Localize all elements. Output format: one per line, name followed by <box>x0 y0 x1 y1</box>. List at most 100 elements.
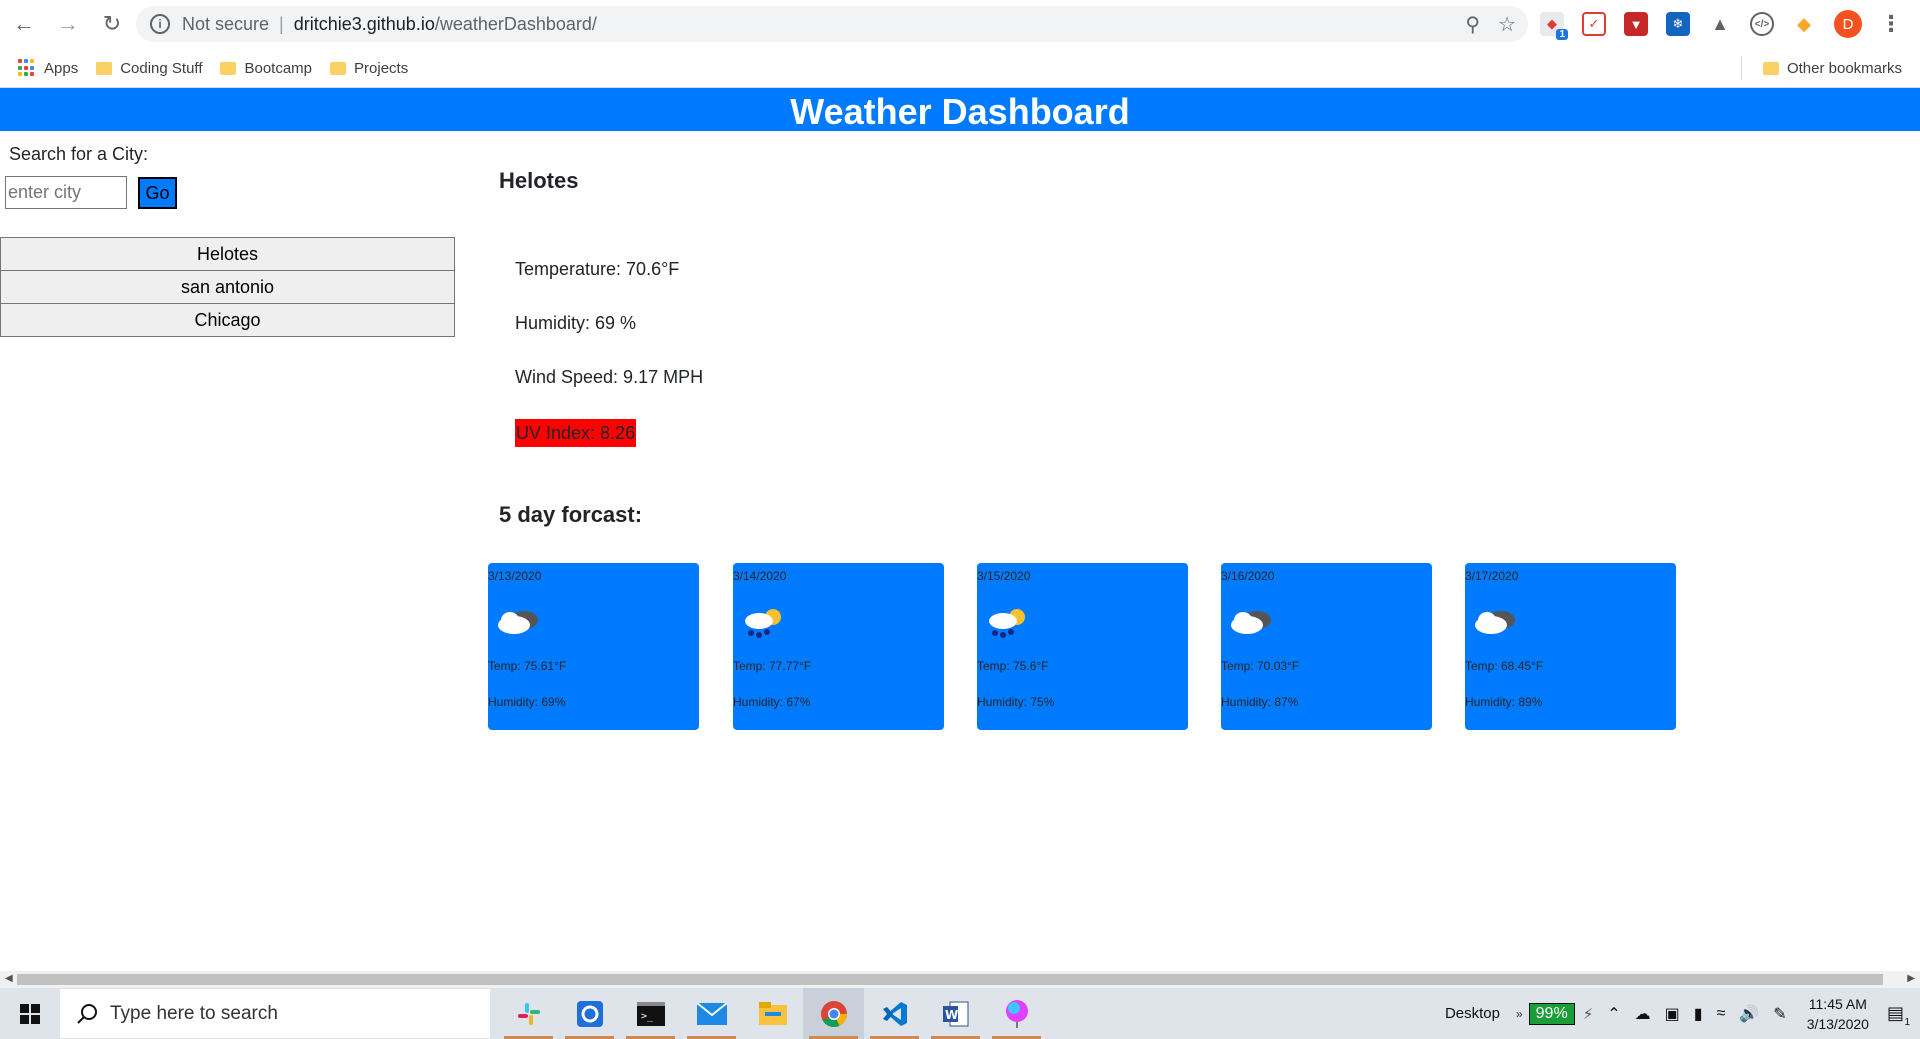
forecast-humidity: Humidity: 87% <box>1221 695 1299 709</box>
clock-time: 11:45 AM <box>1808 995 1867 1012</box>
zoom-icon[interactable]: ⚲ <box>1465 12 1480 37</box>
rain-sun-icon <box>989 609 1025 638</box>
forecast-temp: Temp: 75.61°F <box>488 659 567 673</box>
browser-menu-icon[interactable]: ⋮ <box>1880 11 1902 37</box>
forecast-card: 3/14/2020 Temp: 77.77°F Humidity: 67% <box>733 563 944 730</box>
other-bookmarks-label: Other bookmarks <box>1786 59 1902 77</box>
clock-date: 3/13/2020 <box>1806 1015 1869 1032</box>
reload-icon[interactable]: ↻ <box>92 4 132 44</box>
apps-grid-icon <box>18 59 36 77</box>
windows-logo-icon <box>20 1003 40 1024</box>
code-icon[interactable]: </> <box>1750 12 1774 36</box>
folder-icon <box>1762 61 1779 75</box>
back-icon[interactable]: ← <box>4 4 44 44</box>
horizontal-scrollbar[interactable]: ◀ ▶ <box>0 971 1920 988</box>
info-icon[interactable]: i <box>150 14 170 34</box>
taskbar-apps: >_ W <box>498 988 1047 1039</box>
forecast-date: 3/13/2020 <box>488 569 542 583</box>
forecast-card: 3/16/2020 Temp: 70.03°F Humidity: 87% <box>1221 563 1432 730</box>
security-label[interactable]: Not secure <box>182 14 269 35</box>
profile-avatar[interactable]: D <box>1834 10 1862 38</box>
extension-icon[interactable]: ◆ 1 <box>1540 12 1568 40</box>
go-button[interactable]: Go <box>138 177 177 209</box>
desktop-toolbar-label[interactable]: Desktop <box>1445 1005 1500 1022</box>
bookmark-label: Apps <box>44 59 79 77</box>
chrome-app[interactable] <box>803 988 864 1039</box>
svg-text:W: W <box>945 1008 958 1022</box>
forward-icon[interactable]: → <box>48 4 88 44</box>
history-item[interactable]: Helotes <box>0 237 455 271</box>
system-tray: Desktop » 99% ⚡ ⌃ ☁ ▣ ▮ ≈ 🔊 ✎ 11:45 AM 3… <box>1445 988 1920 1039</box>
vscode-icon <box>882 1001 907 1026</box>
pocket-icon[interactable]: ✓ <box>1582 12 1606 36</box>
bookmark-bootcamp[interactable]: Bootcamp <box>220 60 312 77</box>
page-content: Weather Dashboard Search for a City: Go … <box>0 88 1920 971</box>
forecast-card: 3/15/2020 Temp: 75.6°F Humidity: 75% <box>977 563 1188 730</box>
paint-app[interactable] <box>986 988 1047 1039</box>
address-separator: | <box>279 13 284 34</box>
bookmark-coding-stuff[interactable]: Coding Stuff <box>96 60 202 77</box>
notification-icon[interactable]: ▤ 1 <box>1887 1003 1910 1028</box>
bookmarks-divider <box>1741 56 1742 80</box>
meet-now-icon[interactable]: ▣ <box>1665 1004 1680 1024</box>
folder-icon <box>758 1001 787 1025</box>
plug-icon: ⚡ <box>1582 1005 1594 1023</box>
shield-icon[interactable]: ▼ <box>1624 12 1648 36</box>
snowflake-icon[interactable]: ❄ <box>1666 12 1690 36</box>
url-host[interactable]: dritchie3.github.io <box>294 14 435 35</box>
browser-chrome: ← → ↻ i Not secure | dritchie3.github.io… <box>0 0 1920 88</box>
scroll-right-icon[interactable]: ▶ <box>1907 973 1915 984</box>
forecast-date: 3/15/2020 <box>977 569 1031 583</box>
bookmark-projects[interactable]: Projects <box>330 60 408 77</box>
volume-icon[interactable]: 🔊 <box>1739 1004 1759 1024</box>
settings-app[interactable] <box>559 988 620 1039</box>
url-path[interactable]: /weatherDashboard/ <box>435 14 597 35</box>
start-button[interactable] <box>0 988 60 1039</box>
pen-icon[interactable]: ✎ <box>1773 1004 1786 1024</box>
scrollbar-thumb[interactable] <box>17 974 1883 985</box>
battery-icon[interactable]: ▮ <box>1694 1004 1703 1024</box>
bookmark-apps[interactable]: Apps <box>18 59 78 77</box>
taskbar-search[interactable]: Type here to search <box>60 989 490 1038</box>
word-app[interactable]: W <box>925 988 986 1039</box>
slack-app[interactable] <box>498 988 559 1039</box>
forecast-temp: Temp: 70.03°F <box>1221 659 1300 673</box>
bookmark-label: Bootcamp <box>244 59 313 77</box>
overflow-chevron-icon[interactable]: » <box>1516 1007 1523 1021</box>
drive-icon[interactable]: ▲ <box>1708 12 1732 36</box>
slack-icon <box>517 1002 540 1025</box>
folder-icon <box>220 61 237 75</box>
scroll-left-icon[interactable]: ◀ <box>5 973 13 984</box>
forecast-date: 3/14/2020 <box>733 569 787 583</box>
mail-app[interactable] <box>681 988 742 1039</box>
forecast-humidity: Humidity: 69% <box>488 695 566 709</box>
rain-sun-icon <box>745 609 781 638</box>
file-explorer-app[interactable] <box>742 988 803 1039</box>
forecast-temp: Temp: 75.6°F <box>977 659 1049 673</box>
vscode-app[interactable] <box>864 988 925 1039</box>
folder-icon <box>330 61 347 75</box>
tag-icon[interactable]: ◆ <box>1792 12 1816 36</box>
history-item[interactable]: Chicago <box>0 303 455 337</box>
bookmark-star-icon[interactable]: ☆ <box>1498 12 1516 37</box>
current-humidity: Humidity: 69 % <box>515 313 637 333</box>
forecast-date: 3/17/2020 <box>1465 569 1519 583</box>
address-bar[interactable]: i Not secure | dritchie3.github.io/weath… <box>136 6 1528 42</box>
forecast-title: 5 day forcast: <box>499 502 643 527</box>
word-icon: W <box>942 1001 968 1026</box>
terminal-icon: >_ <box>636 1001 665 1026</box>
wifi-icon[interactable]: ≈ <box>1717 1005 1726 1023</box>
battery-percent[interactable]: 99% <box>1528 1002 1575 1025</box>
other-bookmarks[interactable]: Other bookmarks <box>1762 48 1902 88</box>
terminal-app[interactable]: >_ <box>620 988 681 1039</box>
notification-count: 1 <box>1904 1017 1910 1028</box>
current-wind-speed: Wind Speed: 9.17 MPH <box>515 367 704 387</box>
taskbar-search-placeholder: Type here to search <box>110 1002 278 1024</box>
show-hidden-icons[interactable]: ⌃ <box>1607 1004 1620 1024</box>
onedrive-icon[interactable]: ☁ <box>1635 1004 1651 1024</box>
forecast-card: 3/17/2020 Temp: 68.45°F Humidity: 89% <box>1465 563 1676 730</box>
history-item[interactable]: san antonio <box>0 270 455 304</box>
search-icon <box>77 1003 97 1024</box>
city-search-input[interactable] <box>5 176 127 209</box>
clock[interactable]: 11:45 AM 3/13/2020 <box>1807 994 1869 1034</box>
